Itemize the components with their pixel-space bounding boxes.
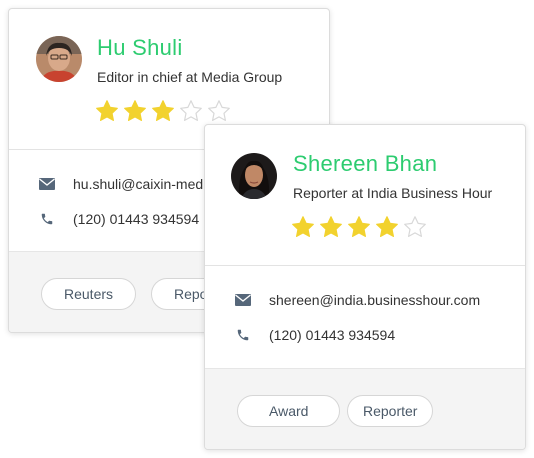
card-header: Shereen Bhan Reporter at India Business … bbox=[205, 125, 525, 265]
phone-text: (120) 01443 934594 bbox=[73, 211, 200, 227]
phone-icon bbox=[235, 327, 251, 343]
phone-row[interactable]: (120) 01443 934594 bbox=[39, 209, 199, 229]
star-filled-icon[interactable] bbox=[95, 99, 119, 123]
star-filled-icon[interactable] bbox=[123, 99, 147, 123]
phone-icon bbox=[39, 211, 55, 227]
phone-text: (120) 01443 934594 bbox=[269, 327, 396, 343]
star-empty-icon[interactable] bbox=[207, 99, 231, 123]
star-rating bbox=[95, 99, 231, 123]
avatar bbox=[231, 153, 277, 199]
email-text: shereen@india.businesshour.com bbox=[269, 292, 481, 308]
tag-button[interactable]: Award bbox=[237, 395, 341, 427]
star-filled-icon[interactable] bbox=[375, 215, 399, 239]
phone-row[interactable]: (120) 01443 934594 bbox=[235, 325, 395, 345]
contact-card-shereen-bhan: Shereen Bhan Reporter at India Business … bbox=[204, 124, 526, 450]
envelope-icon bbox=[235, 292, 251, 308]
email-row[interactable]: shereen@india.businesshour.com bbox=[235, 290, 480, 310]
tag-button[interactable]: Reuters bbox=[41, 278, 137, 310]
contact-name: Hu Shuli bbox=[97, 35, 183, 60]
tag-button[interactable]: Reporter bbox=[347, 395, 434, 427]
star-filled-icon[interactable] bbox=[151, 99, 175, 123]
star-filled-icon[interactable] bbox=[319, 215, 343, 239]
star-rating bbox=[291, 215, 427, 239]
contact-role: Reporter at India Business Hour bbox=[293, 185, 493, 201]
star-filled-icon[interactable] bbox=[347, 215, 371, 239]
star-filled-icon[interactable] bbox=[291, 215, 315, 239]
avatar bbox=[36, 36, 82, 82]
contact-role: Editor in chief at Media Group bbox=[97, 69, 283, 85]
star-empty-icon[interactable] bbox=[179, 99, 203, 123]
star-empty-icon[interactable] bbox=[403, 215, 427, 239]
contact-details: shereen@india.businesshour.com (120) 014… bbox=[205, 266, 525, 366]
card-footer: Award Reporter bbox=[205, 368, 525, 449]
envelope-icon bbox=[39, 176, 55, 192]
contact-name: Shereen Bhan bbox=[293, 151, 438, 176]
